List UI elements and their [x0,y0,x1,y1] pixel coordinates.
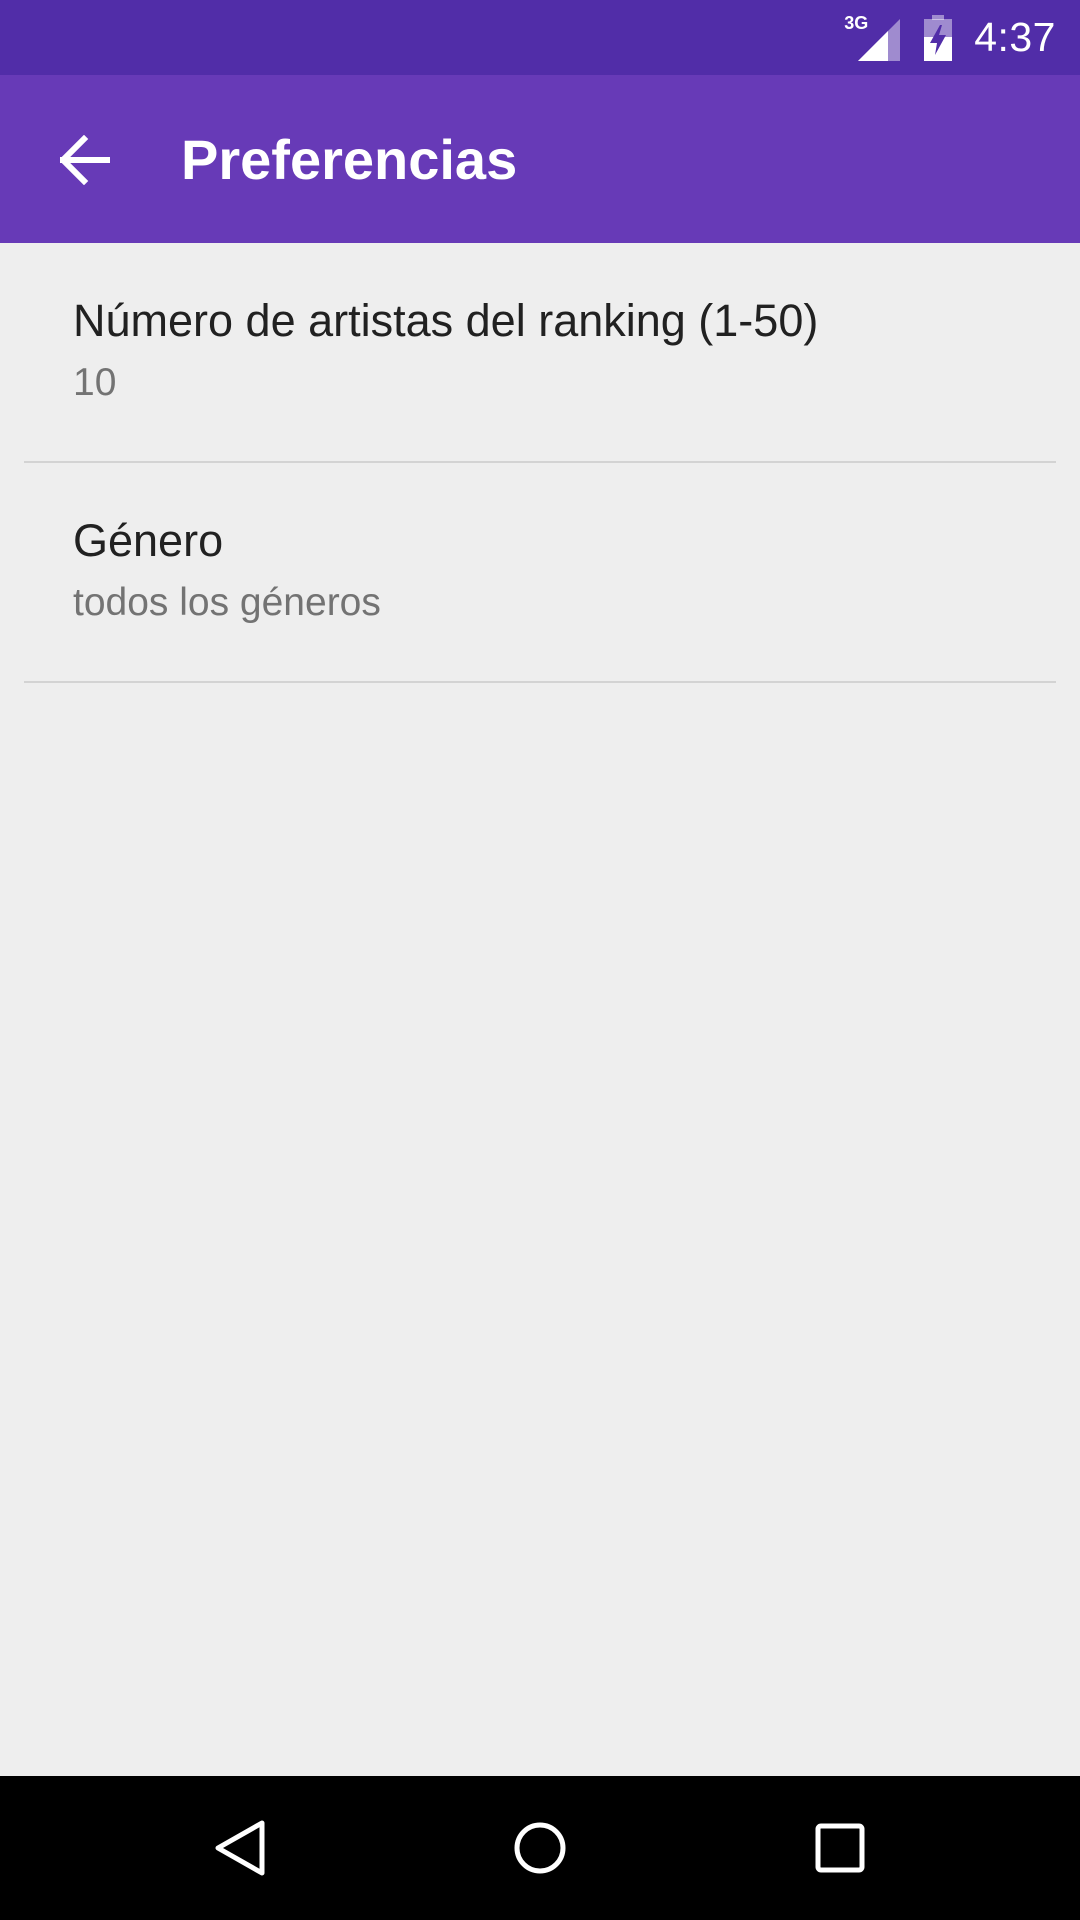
back-triangle-icon [215,1820,265,1876]
page-title: Preferencias [181,128,518,191]
back-button[interactable] [50,125,120,195]
preference-summary: 10 [73,361,117,404]
preference-item-genre[interactable]: Género todos los géneros [24,463,1056,683]
recents-square-icon [815,1823,865,1873]
clock: 4:37 [974,14,1056,60]
preference-title: Género [73,515,224,566]
home-circle-icon [514,1822,566,1874]
status-icons: 3G 4:37 [844,0,1056,75]
preference-list: Número de artistas del ranking (1-50) 10… [24,243,1056,683]
network-indicator: 3G [844,13,901,61]
arrow-back-icon [60,135,110,185]
preference-item-artist-count[interactable]: Número de artistas del ranking (1-50) 10 [24,243,1056,463]
nav-back-button[interactable] [190,1798,290,1898]
signal-icon [858,18,901,61]
nav-recents-button[interactable] [790,1798,890,1898]
nav-home-button[interactable] [490,1798,590,1898]
navigation-bar [0,1776,1080,1920]
app-bar: Preferencias [0,75,1080,243]
status-bar: 3G 4:37 [0,0,1080,75]
preference-summary: todos los géneros [73,581,381,624]
preference-title: Número de artistas del ranking (1-50) [73,295,819,346]
battery-charging-icon [924,14,953,61]
